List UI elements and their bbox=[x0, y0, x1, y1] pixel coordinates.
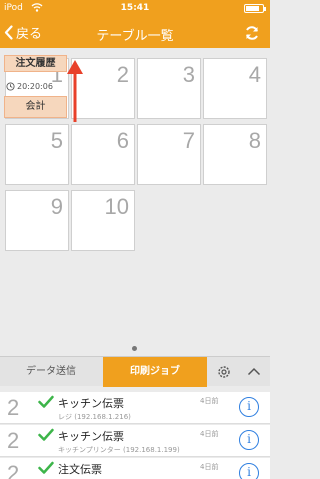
table-number: 6 bbox=[116, 128, 129, 153]
refresh-icon[interactable] bbox=[244, 25, 260, 41]
job-title: キッチン伝票 bbox=[58, 430, 124, 443]
table-cell-6[interactable]: 6 bbox=[71, 124, 135, 185]
table-number: 9 bbox=[50, 194, 63, 219]
table-number: 7 bbox=[182, 128, 195, 153]
clock-icon bbox=[6, 82, 15, 91]
info-icon[interactable]: i bbox=[239, 463, 259, 479]
header-bar: iPod 15:41 戻る テーブル一覧 bbox=[0, 0, 270, 48]
order-time: 20:20:06 bbox=[6, 82, 53, 91]
table-cell-10[interactable]: 10 bbox=[71, 190, 135, 251]
print-job-row[interactable]: 2 キッチン伝票 キッチンプリンター (192.168.1.199) 4日前 i bbox=[0, 425, 270, 457]
chevron-up-icon[interactable] bbox=[247, 367, 261, 376]
table-number: 4 bbox=[248, 62, 261, 87]
table-number: 5 bbox=[50, 128, 63, 153]
table-number: 10 bbox=[104, 194, 129, 219]
job-count: 2 bbox=[7, 428, 20, 453]
info-icon[interactable]: i bbox=[239, 397, 259, 417]
job-title: キッチン伝票 bbox=[58, 397, 124, 410]
bottom-tab-bar: データ送信 印刷ジョブ bbox=[0, 356, 270, 387]
check-icon bbox=[38, 461, 54, 474]
navigation-bar: 戻る テーブル一覧 bbox=[0, 17, 270, 48]
check-icon bbox=[38, 395, 54, 408]
page-title: テーブル一覧 bbox=[96, 29, 174, 44]
status-bar: iPod 15:41 bbox=[0, 0, 270, 17]
table-cell-9[interactable]: 9 bbox=[5, 190, 69, 251]
table-cell-7[interactable]: 7 bbox=[137, 124, 201, 185]
gear-icon[interactable] bbox=[216, 364, 232, 380]
job-time-ago: 4日前 bbox=[200, 397, 219, 405]
job-printer: キッチンプリンター (192.168.1.199) bbox=[58, 446, 180, 454]
job-time-ago: 4日前 bbox=[200, 430, 219, 438]
order-history-button[interactable]: 注文履歴 bbox=[4, 55, 67, 72]
order-time-text: 20:20:06 bbox=[17, 82, 53, 91]
table-number: 2 bbox=[116, 62, 129, 87]
print-job-row[interactable]: 2 注文伝票 4日前 i bbox=[0, 458, 270, 479]
table-number: 3 bbox=[182, 62, 195, 87]
job-time-ago: 4日前 bbox=[200, 463, 219, 471]
tab-print-job[interactable]: 印刷ジョブ bbox=[103, 357, 207, 387]
clock: 15:41 bbox=[120, 3, 150, 13]
table-1-order-overlay: 注文履歴 20:20:06 会計 bbox=[4, 55, 67, 119]
table-cell-3[interactable]: 3 bbox=[137, 58, 201, 119]
job-title: 注文伝票 bbox=[58, 463, 102, 476]
table-cell-8[interactable]: 8 bbox=[203, 124, 267, 185]
arrow-up-icon bbox=[67, 60, 83, 122]
print-job-row[interactable]: 2 キッチン伝票 レジ (192.168.1.216) 4日前 i bbox=[0, 392, 270, 424]
page-indicator-dot bbox=[132, 346, 137, 351]
battery-icon bbox=[244, 4, 266, 13]
job-printer: レジ (192.168.1.216) bbox=[58, 413, 131, 421]
table-number: 8 bbox=[248, 128, 261, 153]
job-count: 2 bbox=[7, 461, 20, 479]
table-cell-5[interactable]: 5 bbox=[5, 124, 69, 185]
tab-data-send[interactable]: データ送信 bbox=[0, 357, 102, 387]
table-cell-4[interactable]: 4 bbox=[203, 58, 267, 119]
check-icon bbox=[38, 428, 54, 441]
job-count: 2 bbox=[7, 395, 20, 420]
info-icon[interactable]: i bbox=[239, 430, 259, 450]
checkout-button[interactable]: 会計 bbox=[4, 96, 67, 118]
